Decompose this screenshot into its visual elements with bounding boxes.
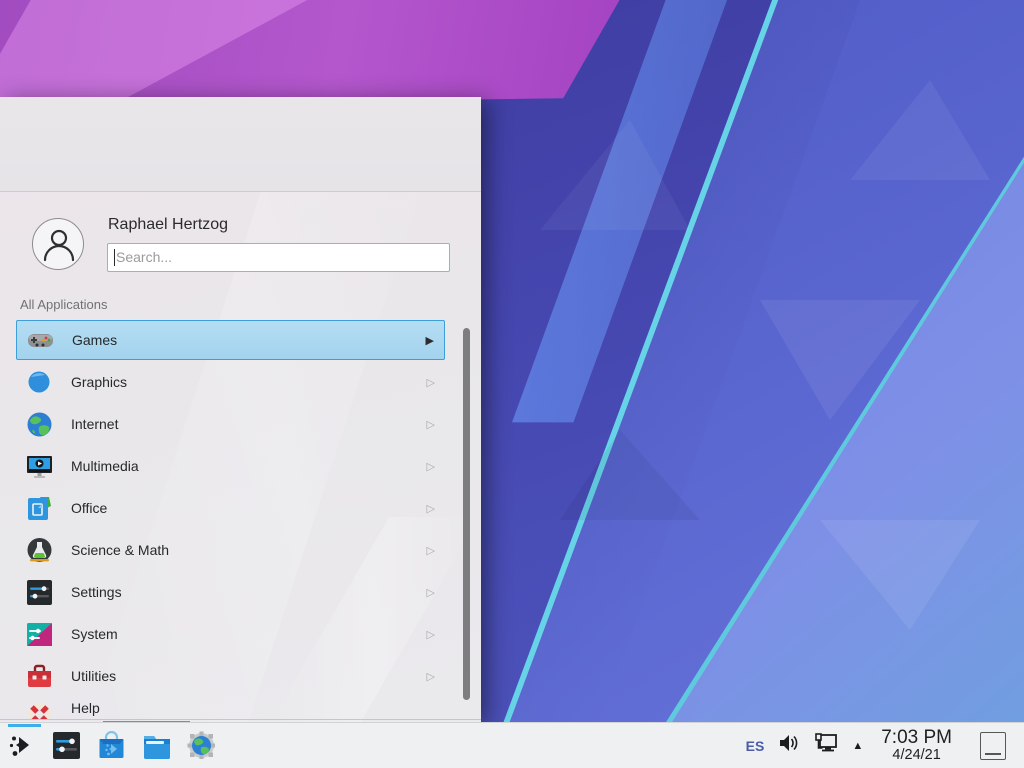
category-help[interactable]: Help [16, 698, 445, 719]
divider [0, 719, 481, 720]
digital-clock[interactable]: 7:03 PM 4/24/21 [881, 728, 952, 763]
category-label: Multimedia [71, 458, 427, 474]
category-label: Help [71, 700, 445, 716]
submenu-arrow-icon: ▷ [427, 460, 435, 473]
system-monitor-icon [25, 620, 53, 648]
folder-icon [142, 732, 172, 760]
submenu-arrow-icon: ▷ [427, 586, 435, 599]
system-tray: ES ▲ 7:03 PM 4/24/21 [746, 728, 1016, 763]
paint-sphere-icon [25, 368, 53, 396]
category-system[interactable]: System ▷ [16, 614, 445, 654]
discover-task[interactable] [89, 723, 134, 768]
user-icon [42, 227, 76, 263]
category-multimedia[interactable]: Multimedia ▷ [16, 446, 445, 486]
category-label: System [71, 626, 427, 642]
dolphin-task[interactable] [134, 723, 179, 768]
toolbox-icon [25, 662, 53, 690]
network-icon[interactable] [814, 732, 838, 759]
kde-launcher-icon [8, 732, 36, 760]
category-graphics[interactable]: Graphics ▷ [16, 362, 445, 402]
application-launcher-popup: Raphael Hertzog Search... All Applicatio… [0, 97, 481, 722]
discover-icon [97, 731, 126, 760]
system-settings-task[interactable] [44, 723, 89, 768]
submenu-arrow-icon: ▷ [427, 670, 435, 683]
taskbar-panel: ES ▲ 7:03 PM 4/24/21 [0, 722, 1024, 768]
flask-icon [25, 536, 53, 564]
text-caret [114, 249, 115, 266]
keyboard-layout-indicator[interactable]: ES [746, 738, 765, 754]
user-avatar[interactable] [32, 218, 84, 270]
submenu-arrow-icon: ▷ [427, 502, 435, 515]
sliders-icon [25, 578, 53, 606]
globe-gear-icon [187, 731, 216, 760]
lifebuoy-icon [25, 700, 53, 719]
launcher-header [0, 97, 481, 192]
category-games[interactable]: Games ▶ [16, 320, 445, 360]
scrollbar[interactable] [463, 328, 470, 700]
category-internet[interactable]: Internet ▷ [16, 404, 445, 444]
active-task-indicator [8, 724, 41, 727]
user-name: Raphael Hertzog [108, 216, 228, 234]
submenu-arrow-icon: ▶ [426, 334, 434, 347]
system-settings-icon [52, 731, 81, 760]
gamepad-icon [26, 326, 54, 354]
search-placeholder: Search... [116, 249, 172, 265]
konqueror-task[interactable] [179, 723, 224, 768]
globe-icon [25, 410, 53, 438]
clock-time: 7:03 PM [881, 728, 952, 748]
category-label: Games [72, 332, 426, 348]
category-science-math[interactable]: Science & Math ▷ [16, 530, 445, 570]
section-label: All Applications [20, 297, 107, 312]
category-label: Internet [71, 416, 427, 432]
submenu-arrow-icon: ▷ [427, 376, 435, 389]
category-settings[interactable]: Settings ▷ [16, 572, 445, 612]
monitor-play-icon [25, 452, 53, 480]
category-label: Graphics [71, 374, 427, 390]
office-document-icon [25, 494, 53, 522]
tray-expander-icon[interactable]: ▲ [852, 740, 863, 752]
submenu-arrow-icon: ▷ [427, 628, 435, 641]
category-label: Utilities [71, 668, 427, 684]
category-label: Science & Math [71, 542, 427, 558]
category-utilities[interactable]: Utilities ▷ [16, 656, 445, 696]
volume-icon[interactable] [778, 733, 800, 758]
submenu-arrow-icon: ▷ [427, 418, 435, 431]
category-label: Office [71, 500, 427, 516]
clock-date: 4/24/21 [881, 748, 952, 763]
search-input[interactable]: Search... [107, 243, 450, 272]
kickoff-launcher-button[interactable] [0, 723, 44, 768]
category-office[interactable]: Office ▷ [16, 488, 445, 528]
category-label: Settings [71, 584, 427, 600]
show-desktop-button[interactable] [980, 732, 1006, 760]
submenu-arrow-icon: ▷ [427, 544, 435, 557]
